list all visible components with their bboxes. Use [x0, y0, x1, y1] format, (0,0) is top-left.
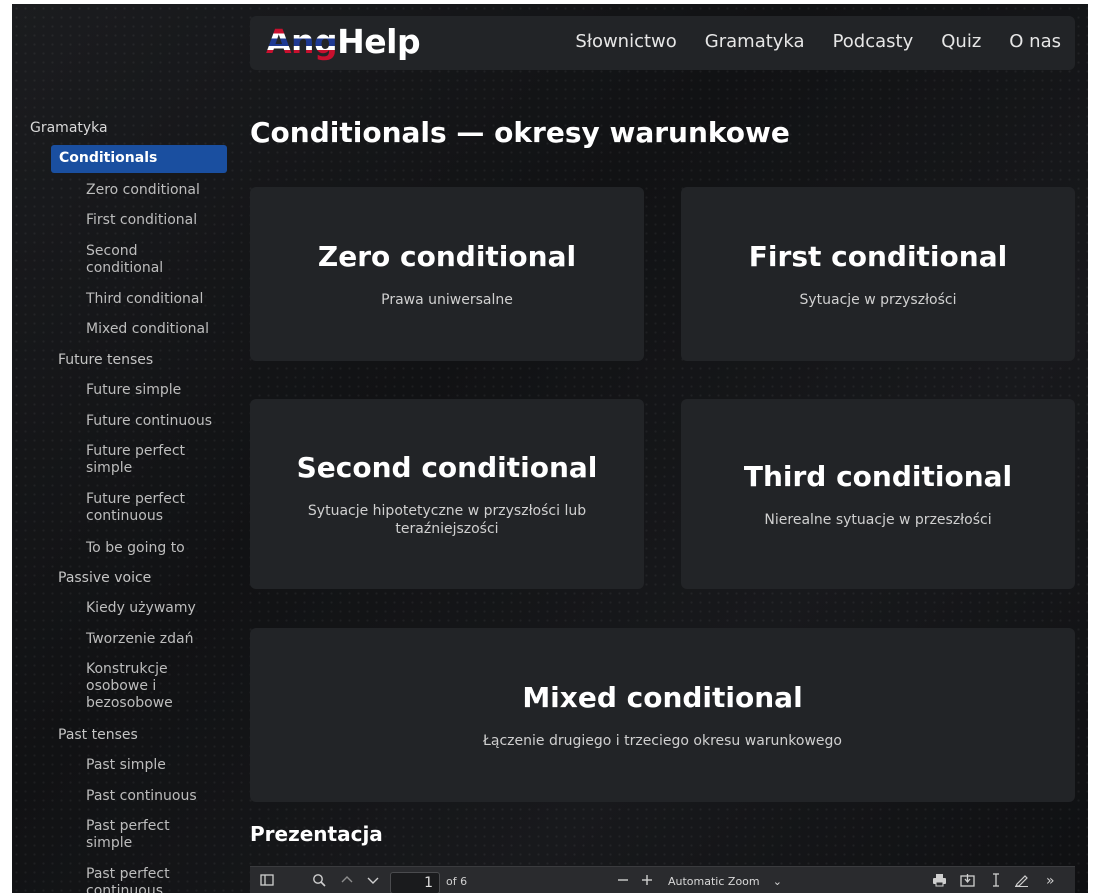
chevron-down-icon: ⌄ [772, 875, 782, 888]
nav-link-o-nas[interactable]: O nas [1009, 31, 1061, 52]
nav-link-gramatyka[interactable]: Gramatyka [705, 31, 805, 52]
sidebar-item-kiedy-uzywamy[interactable]: Kiedy używamy [86, 600, 226, 617]
card-title: Mixed conditional [522, 680, 803, 714]
sidebar-item-past-continuous[interactable]: Past continuous [86, 788, 226, 805]
card-mixed-conditional[interactable]: Mixed conditional Łączenie drugiego i tr… [250, 628, 1075, 802]
sidebar-item-second-conditional[interactable]: Second conditional [86, 243, 186, 277]
text-cursor-icon[interactable] [990, 873, 1002, 890]
print-icon[interactable] [932, 873, 947, 890]
sidebar-item-passive-voice[interactable]: Passive voice [58, 570, 151, 587]
chevron-down-icon[interactable] [366, 873, 380, 890]
sidebar-item-first-conditional[interactable]: First conditional [86, 212, 226, 229]
sidebar-item-future-perfect-simple[interactable]: Future perfect simple [86, 443, 196, 477]
card-title: First conditional [748, 239, 1008, 273]
card-title: Third conditional [743, 459, 1013, 493]
sidebar-item-to-be-going-to[interactable]: To be going to [86, 540, 226, 557]
sidebar-item-future-continuous[interactable]: Future continuous [86, 413, 226, 430]
card-description: Łączenie drugiego i trzeciego okresu war… [483, 732, 842, 749]
sidebar-item-past-simple[interactable]: Past simple [86, 757, 226, 774]
sidebar-item-mixed-conditional[interactable]: Mixed conditional [86, 321, 226, 338]
sidebar-item-third-conditional[interactable]: Third conditional [86, 291, 226, 308]
nav-link-quiz[interactable]: Quiz [941, 31, 981, 52]
more-tools-icon[interactable]: » [1046, 873, 1055, 889]
sidebar-item-past-perfect-continuous[interactable]: Past perfect continuous [86, 866, 186, 893]
card-description: Nierealne sytuacje w przeszłości [764, 511, 992, 528]
sidebar-toggle-icon[interactable] [260, 873, 274, 890]
sidebar-item-zero-conditional[interactable]: Zero conditional [86, 182, 226, 199]
page-count-label: of 6 [446, 875, 468, 888]
sidebar-item-conditionals[interactable]: Conditionals [51, 145, 227, 173]
zoom-select-value: Automatic Zoom [668, 875, 760, 888]
sidebar-item-future-simple[interactable]: Future simple [86, 382, 226, 399]
sidebar-item-konstrukcje[interactable]: Konstrukcje osobowe i bezosobowe [86, 661, 176, 712]
card-description: Prawa uniwersalne [381, 291, 513, 308]
logo-help-text: Help [337, 22, 421, 61]
pdf-toolbar: 1 of 6 Automatic Zoom ⌄ » [250, 866, 1075, 893]
app-window: AngHelp Słownictwo Gramatyka Podcasty Qu… [12, 4, 1088, 893]
site-header: AngHelp Słownictwo Gramatyka Podcasty Qu… [250, 16, 1075, 70]
nav-link-slownictwo[interactable]: Słownictwo [575, 31, 676, 52]
zoom-in-icon[interactable] [640, 873, 654, 890]
sidebar-root-gramatyka[interactable]: Gramatyka [30, 120, 108, 136]
download-icon[interactable] [960, 873, 975, 890]
sidebar-item-future-perfect-continuous[interactable]: Future perfect continuous [86, 491, 196, 525]
card-title: Second conditional [296, 450, 598, 484]
site-logo[interactable]: AngHelp [266, 22, 421, 61]
zoom-out-icon[interactable] [616, 873, 630, 890]
page-number-input[interactable]: 1 [390, 872, 440, 893]
sidebar-item-past-perfect-simple[interactable]: Past perfect simple [86, 818, 186, 852]
sidebar-item-tworzenie-zdan[interactable]: Tworzenie zdań [86, 631, 226, 648]
card-title: Zero conditional [317, 239, 577, 273]
page-title: Conditionals — okresy warunkowe [250, 116, 790, 149]
sidebar-item-future-tenses[interactable]: Future tenses [58, 352, 153, 369]
main-nav: Słownictwo Gramatyka Podcasty Quiz O nas [575, 31, 1061, 52]
card-description: Sytuacje w przyszłości [799, 291, 957, 308]
search-icon[interactable] [312, 873, 326, 890]
logo-ang-text: Ang [266, 22, 338, 61]
card-second-conditional[interactable]: Second conditional Sytuacje hipotetyczne… [250, 399, 644, 589]
card-third-conditional[interactable]: Third conditional Nierealne sytuacje w p… [681, 399, 1075, 589]
sidebar-item-label: Conditionals [59, 150, 158, 166]
card-zero-conditional[interactable]: Zero conditional Prawa uniwersalne [250, 187, 644, 361]
sidebar-item-past-tenses[interactable]: Past tenses [58, 727, 138, 744]
nav-link-podcasty[interactable]: Podcasty [833, 31, 914, 52]
card-description: Sytuacje hipotetyczne w przyszłości lub … [307, 502, 587, 537]
zoom-select[interactable]: Automatic Zoom ⌄ [662, 871, 788, 893]
card-first-conditional[interactable]: First conditional Sytuacje w przyszłości [681, 187, 1075, 361]
section-title-prezentacja: Prezentacja [250, 822, 383, 846]
chevron-up-icon[interactable] [340, 873, 354, 890]
pen-icon[interactable] [1014, 873, 1029, 890]
